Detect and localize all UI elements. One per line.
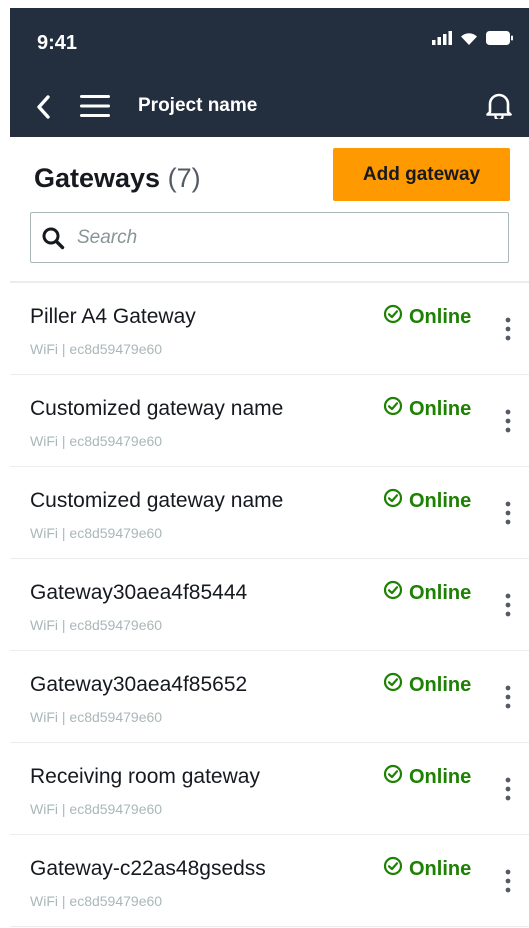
status-label: Online — [409, 305, 472, 328]
more-options-icon[interactable] — [498, 677, 518, 717]
status-badge: Online — [383, 580, 471, 606]
more-options-icon[interactable] — [498, 309, 518, 349]
status-label: Online — [409, 765, 472, 788]
status-label: Online — [409, 489, 472, 512]
gateway-meta: WiFi | ec8d59479e60 — [30, 433, 163, 449]
gateway-row[interactable]: Customized gateway name WiFi | ec8d59479… — [10, 467, 529, 559]
page-title-text: Gateways — [34, 163, 161, 193]
signal-icon — [432, 30, 452, 50]
check-circle-icon — [383, 672, 403, 698]
more-options-icon[interactable] — [498, 493, 518, 533]
more-options-icon[interactable] — [498, 769, 518, 809]
gateway-name: Customized gateway name — [30, 489, 284, 512]
wifi-icon — [459, 30, 479, 50]
more-options-icon[interactable] — [498, 585, 518, 625]
status-badge: Online — [383, 396, 471, 422]
gateway-name: Piller A4 Gateway — [30, 305, 196, 328]
screen: 9:41 Project name Gateways (7) Add gatew… — [0, 0, 529, 928]
gateway-meta: WiFi | ec8d59479e60 — [30, 525, 163, 541]
gateway-meta: WiFi | ec8d59479e60 — [30, 341, 163, 357]
status-label: Online — [409, 673, 472, 696]
gateway-meta: WiFi | ec8d59479e60 — [30, 893, 163, 909]
search-icon — [41, 226, 65, 250]
battery-icon — [486, 30, 513, 50]
check-circle-icon — [383, 764, 403, 790]
status-time: 9:41 — [37, 32, 78, 54]
more-options-icon[interactable] — [498, 401, 518, 441]
status-badge: Online — [383, 672, 471, 698]
check-circle-icon — [383, 396, 403, 422]
gateway-row[interactable]: Piller A4 Gateway WiFi | ec8d59479e60 On… — [10, 283, 529, 375]
back-icon[interactable] — [35, 94, 51, 125]
search-input[interactable] — [75, 225, 479, 250]
app-header: 9:41 Project name — [10, 8, 529, 137]
search-box[interactable] — [30, 212, 509, 263]
status-badge: Online — [383, 488, 471, 514]
check-circle-icon — [383, 304, 403, 330]
status-label: Online — [409, 581, 472, 604]
status-badge: Online — [383, 304, 471, 330]
gateway-row[interactable]: Gateway30aea4f85652 WiFi | ec8d59479e60 … — [10, 651, 529, 743]
check-circle-icon — [383, 488, 403, 514]
gateway-name: Gateway-c22as48gsedss — [30, 857, 266, 880]
gateway-name: Gateway30aea4f85652 — [30, 673, 248, 696]
gateway-name: Customized gateway name — [30, 397, 284, 420]
status-label: Online — [409, 857, 472, 880]
gateway-row[interactable]: Receiving room gateway WiFi | ec8d59479e… — [10, 743, 529, 835]
bell-icon[interactable] — [486, 91, 512, 124]
gateway-row[interactable]: Gateway-c22as48gsedss WiFi | ec8d59479e6… — [10, 835, 529, 927]
gateway-meta: WiFi | ec8d59479e60 — [30, 709, 163, 725]
gateway-row[interactable]: Customized gateway name WiFi | ec8d59479… — [10, 375, 529, 467]
gateway-meta: WiFi | ec8d59479e60 — [30, 617, 163, 633]
project-title: Project name — [138, 95, 258, 116]
status-icons — [432, 30, 513, 50]
status-badge: Online — [383, 764, 471, 790]
more-options-icon[interactable] — [498, 861, 518, 901]
gateway-count: (7) — [167, 163, 201, 193]
add-gateway-button[interactable]: Add gateway — [333, 148, 510, 201]
gateway-list: Piller A4 Gateway WiFi | ec8d59479e60 On… — [10, 283, 529, 927]
menu-icon[interactable] — [80, 94, 110, 123]
gateway-meta: WiFi | ec8d59479e60 — [30, 801, 163, 817]
check-circle-icon — [383, 856, 403, 882]
check-circle-icon — [383, 580, 403, 606]
status-badge: Online — [383, 856, 471, 882]
gateway-name: Gateway30aea4f85444 — [30, 581, 248, 604]
gateway-row[interactable]: Gateway30aea4f85444 WiFi | ec8d59479e60 … — [10, 559, 529, 651]
phone-screen: 9:41 Project name Gateways (7) Add gatew… — [10, 8, 529, 928]
page-title: Gateways (7) — [34, 163, 201, 194]
status-label: Online — [409, 397, 472, 420]
gateway-name: Receiving room gateway — [30, 765, 260, 788]
